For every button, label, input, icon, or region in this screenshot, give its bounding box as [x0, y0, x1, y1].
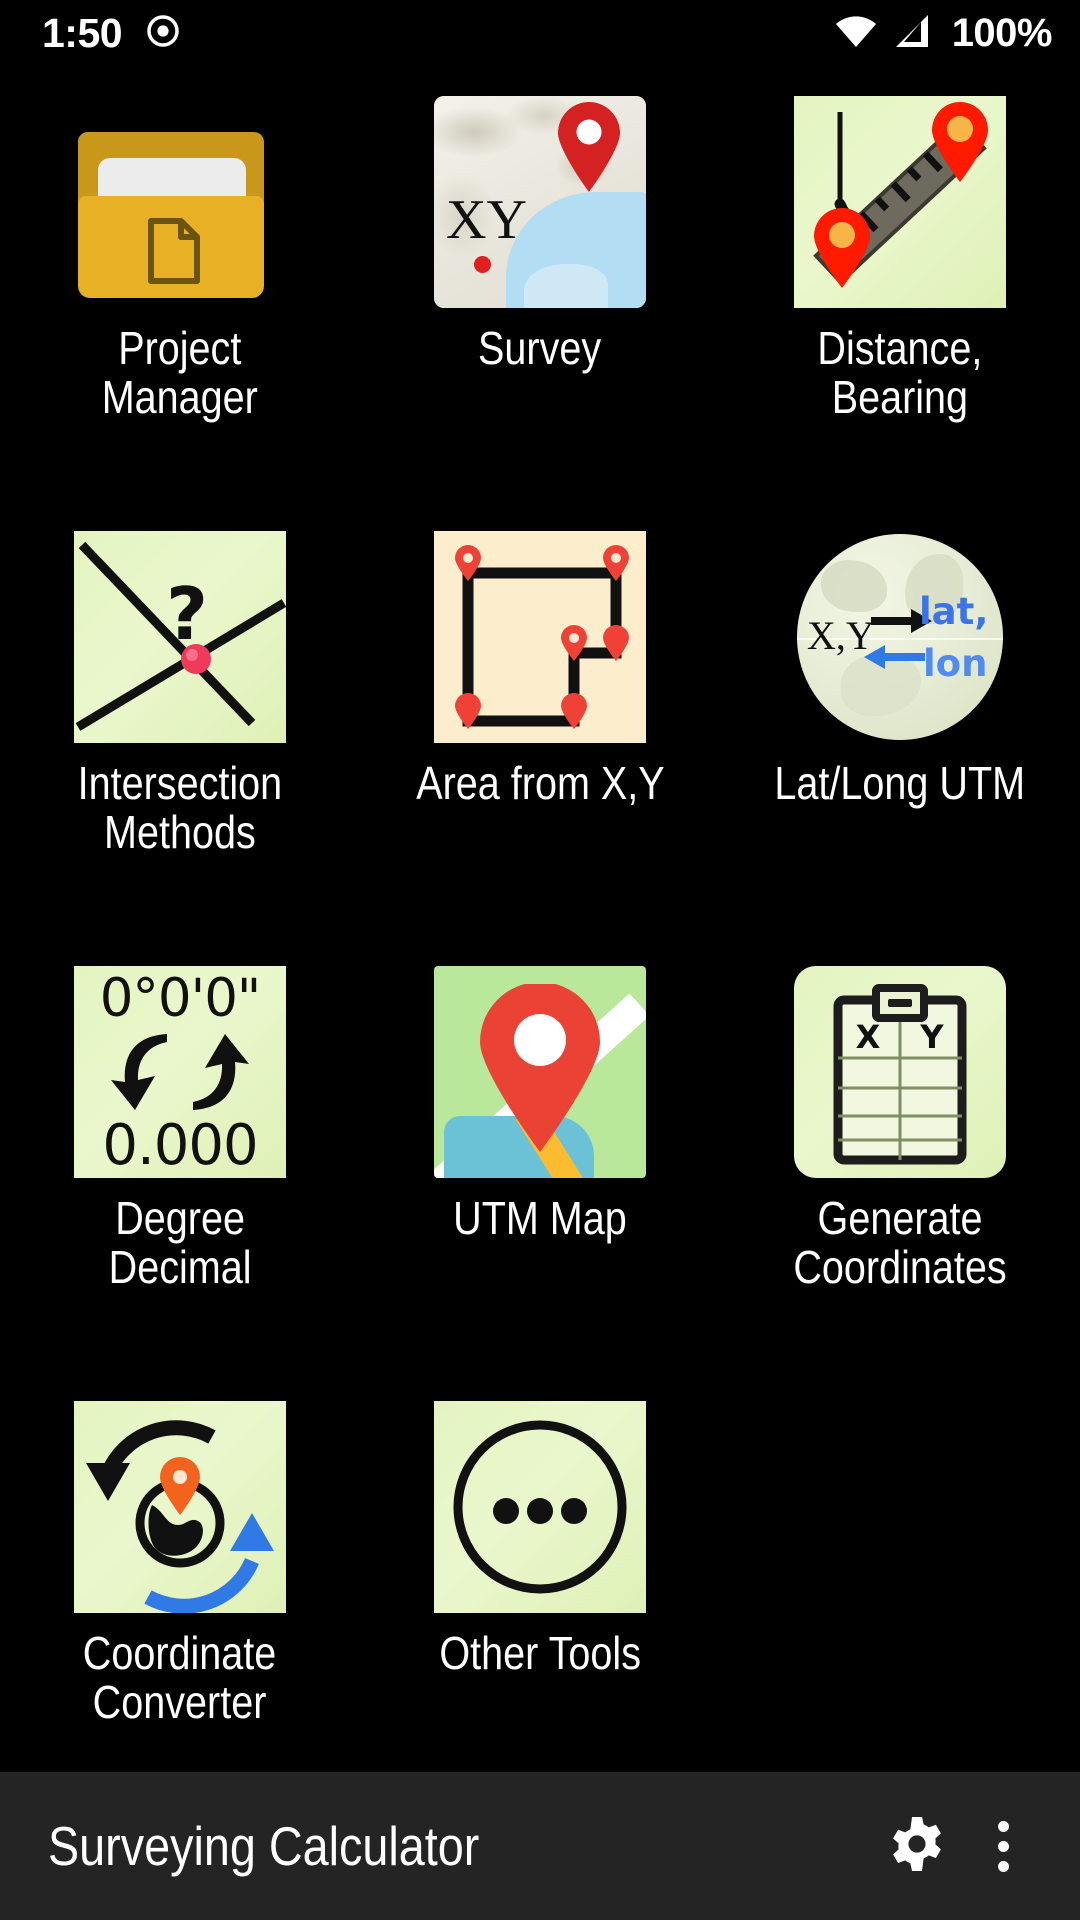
grid-item-project-manager[interactable]: Project Manager	[0, 78, 360, 513]
ellipsis-circle-icon	[434, 1401, 646, 1613]
degree-decimal-icon-wrap: 0°0'0" 0.000	[74, 966, 286, 1178]
grid-label-project-manager: Project Manager	[101, 322, 259, 424]
bottom-app-bar: Surveying Calculator	[0, 1772, 1080, 1920]
distance-bearing-icon-wrap	[794, 96, 1006, 308]
status-bar-system-icons: 100%	[834, 10, 1053, 56]
intersection-question-mark: ?	[166, 572, 208, 656]
map-pin-icon	[558, 102, 620, 192]
dms-value: 0°0'0"	[99, 968, 262, 1029]
grid-item-generate-coordinates[interactable]: X Y Generate Coordinates	[720, 948, 1080, 1383]
latlong-lon-label: lon	[923, 642, 988, 685]
clipboard-header-x: X	[856, 1018, 881, 1056]
cellular-signal-icon	[892, 13, 932, 54]
crossing-lines-question-icon: ?	[74, 531, 286, 743]
status-bar-clock: 1:50	[42, 9, 123, 56]
coordinate-converter-icon-wrap	[74, 1401, 286, 1613]
grid-label-utm-map: UTM Map	[453, 1192, 627, 1244]
globe-coordinate-conversion-icon: X,Y lat, lon	[797, 534, 1003, 740]
battery-percentage: 100%	[951, 10, 1053, 55]
grid-label-generate-coordinates: Generate Coordinates	[793, 1192, 1007, 1294]
clipboard-table-icon: X Y	[794, 966, 1006, 1178]
settings-button[interactable]	[874, 1803, 960, 1889]
generate-coordinates-icon-wrap: X Y	[794, 966, 1006, 1178]
area-icon-wrap	[434, 531, 646, 743]
folder-document-icon	[74, 96, 286, 308]
arrow-left-icon	[864, 645, 925, 669]
grid-item-intersection-methods[interactable]: ? Intersection Methods	[0, 513, 360, 948]
status-bar-notification-icons	[146, 14, 180, 53]
terrain-map-xy-pin-icon: XY	[434, 96, 646, 308]
globe-refresh-arrows-icon	[74, 1401, 286, 1613]
grid-item-area-from-xy[interactable]: Area from X,Y	[360, 513, 720, 948]
latlong-icon-wrap: X,Y lat, lon	[794, 531, 1006, 743]
app-title: Surveying Calculator	[48, 1814, 480, 1877]
grid-item-lat-long-utm[interactable]: X,Y lat, lon Lat/Long UTM	[720, 513, 1080, 948]
grid-item-coordinate-converter[interactable]: Coordinate Converter	[0, 1383, 360, 1818]
grid-label-degree-decimal: Degree Decimal	[108, 1192, 252, 1294]
grid-label-area-from-xy: Area from X,Y	[415, 757, 665, 809]
dms-to-decimal-icon: 0°0'0" 0.000	[74, 966, 286, 1178]
ruler-bearing-angle-icon	[794, 96, 1006, 308]
grid-label-intersection-methods: Intersection Methods	[77, 757, 283, 859]
clipboard-header-y: Y	[919, 1018, 944, 1056]
grid-label-other-tools: Other Tools	[439, 1627, 641, 1679]
overflow-menu-button[interactable]	[960, 1803, 1046, 1889]
grid-item-degree-decimal[interactable]: 0°0'0" 0.000 Degree Decimal	[0, 948, 360, 1383]
survey-icon-wrap: XY	[434, 96, 646, 308]
app-icon-grid: Project Manager XY Survey Distance, Bear…	[0, 78, 1080, 1818]
document-glyph-icon	[148, 218, 200, 284]
overflow-menu-icon	[997, 1820, 1009, 1872]
wifi-icon	[834, 13, 878, 54]
intersection-icon-wrap: ?	[74, 531, 286, 743]
grid-label-coordinate-converter: Coordinate Converter	[83, 1627, 277, 1729]
swap-arrows-icon	[111, 1033, 249, 1110]
gear-icon	[888, 1815, 946, 1878]
utm-map-icon-wrap	[434, 966, 646, 1178]
grid-item-other-tools[interactable]: Other Tools	[360, 1383, 720, 1818]
grid-label-survey: Survey	[478, 322, 602, 374]
grid-item-distance-bearing[interactable]: Distance, Bearing	[720, 78, 1080, 513]
app-root: 1:50 100% Project Manager XY Survey Dist…	[0, 0, 1080, 1920]
grid-item-survey[interactable]: XY Survey	[360, 78, 720, 513]
polygon-pins-area-icon	[434, 531, 646, 743]
map-pin-icon	[434, 966, 646, 1178]
other-tools-icon-wrap	[434, 1401, 646, 1613]
record-circle-icon	[146, 14, 180, 53]
status-bar: 1:50 100%	[0, 0, 1080, 66]
grid-label-lat-long-utm: Lat/Long UTM	[774, 757, 1026, 809]
survey-xy-label: XY	[446, 189, 527, 251]
grid-label-distance-bearing: Distance, Bearing	[817, 322, 983, 424]
project-manager-icon-wrap	[74, 96, 286, 308]
grid-item-utm-map[interactable]: UTM Map	[360, 948, 720, 1383]
red-location-pin	[480, 984, 600, 1152]
decimal-value: 0.000	[102, 1113, 258, 1178]
latlong-lat-label: lat,	[919, 590, 989, 633]
survey-point-dot	[474, 256, 491, 273]
